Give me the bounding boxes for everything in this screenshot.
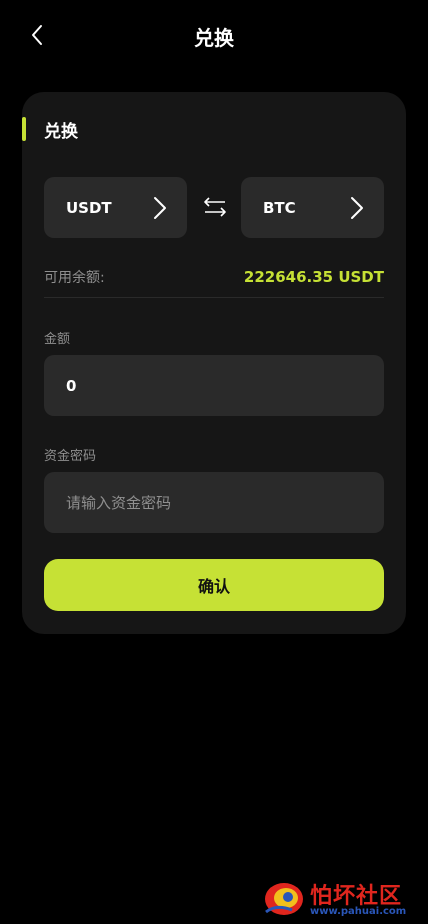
section-accent-bar (22, 117, 26, 141)
fund-password-input[interactable] (44, 472, 384, 533)
section-title: 兑换 (44, 121, 78, 142)
amount-label: 金额 (44, 332, 71, 347)
chevron-right-icon (351, 196, 363, 219)
watermark-url: www.pahuai.com (310, 906, 407, 917)
coin-swap-row: USDT BTC (44, 177, 384, 238)
balance-value: 222646.35 USDT (243, 268, 384, 286)
to-coin-label: BTC (263, 198, 296, 217)
amount-input[interactable] (44, 355, 384, 416)
from-coin-selector[interactable]: USDT (44, 177, 187, 238)
from-coin-label: USDT (66, 198, 112, 217)
section-header: 兑换 (22, 116, 78, 142)
divider (44, 297, 384, 298)
balance-label: 可用余额: (44, 270, 105, 286)
balance-row: 可用余额: 222646.35 USDT (44, 266, 384, 288)
to-coin-selector[interactable]: BTC (241, 177, 384, 238)
swap-arrows-icon[interactable] (200, 192, 230, 222)
watermark-logo-icon (265, 883, 303, 915)
chevron-right-icon (154, 196, 166, 219)
confirm-button[interactable]: 确认 (44, 559, 384, 611)
header: 兑换 (0, 0, 428, 70)
password-label: 资金密码 (44, 449, 97, 464)
exchange-card: 兑换 USDT BTC 可用余额: 222646.35 USDT 金额 资金密码 (22, 92, 406, 634)
watermark: 怕坏社区 www.pahuai.com (262, 876, 422, 920)
page-title: 兑换 (194, 26, 234, 50)
